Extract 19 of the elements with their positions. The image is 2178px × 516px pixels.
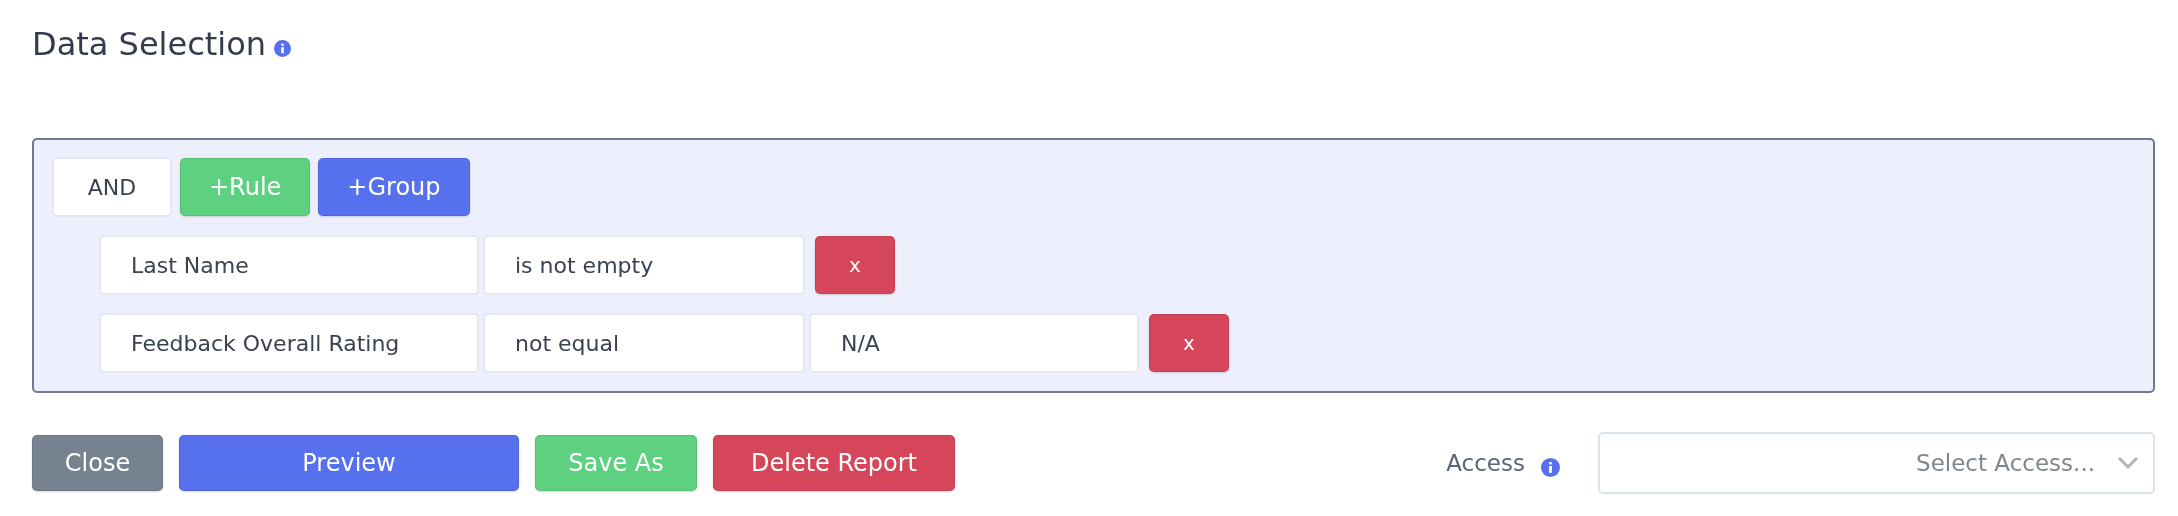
value-input[interactable]: N/A [809, 313, 1139, 373]
info-icon [274, 39, 292, 57]
combinator-select[interactable]: AND [52, 157, 172, 217]
field-select[interactable]: Feedback Overall Rating [99, 313, 479, 373]
field-select[interactable]: Last Name [99, 235, 479, 295]
select-placeholder: Select Access... [1916, 450, 2095, 476]
info-icon [1541, 457, 1560, 477]
action-button[interactable]: Delete Report [713, 435, 955, 491]
action-button[interactable]: Close [32, 435, 163, 491]
add-group-button[interactable]: +Group [318, 158, 470, 216]
access-label: Access [1446, 450, 1525, 476]
action-button[interactable]: Preview [179, 435, 519, 491]
remove-rule-button[interactable]: x [815, 236, 895, 294]
remove-rule-button[interactable]: x [1149, 314, 1229, 372]
operator-select[interactable]: not equal [483, 313, 805, 373]
access-select[interactable]: Select Access... [1598, 432, 2155, 494]
operator-select[interactable]: is not empty [483, 235, 805, 295]
chevron-down-icon [2117, 456, 2139, 470]
section-title: Data Selection [32, 25, 267, 63]
